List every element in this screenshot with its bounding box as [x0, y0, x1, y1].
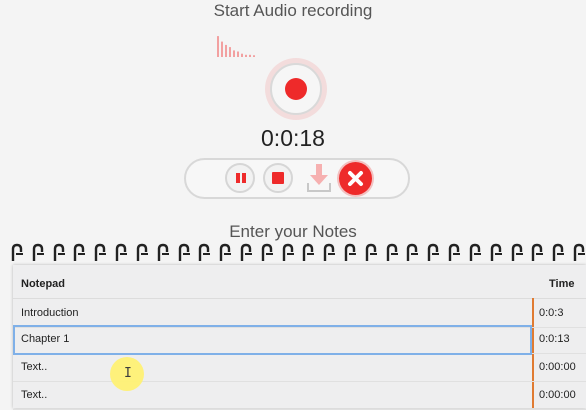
- note-text[interactable]: Text..: [21, 361, 47, 373]
- audio-level-bar: [253, 55, 255, 57]
- recording-title: Start Audio recording: [213, 1, 373, 20]
- spiral-ring-icon: [511, 243, 523, 261]
- audio-level-bar: [225, 44, 227, 57]
- audio-level-meter: [217, 36, 255, 57]
- stop-icon: [272, 172, 284, 184]
- notes-title: Enter your Notes: [229, 222, 357, 241]
- spiral-ring-icon: [552, 243, 565, 261]
- spiral-ring-icon: [303, 243, 315, 261]
- download-button[interactable]: [304, 162, 334, 194]
- table-header: Notepad Time: [13, 265, 586, 299]
- audio-level-bar: [249, 54, 251, 57]
- spiral-ring-icon: [95, 243, 107, 261]
- note-text[interactable]: Introduction: [21, 307, 78, 319]
- spiral-ring-icon: [240, 243, 252, 261]
- mouse-cursor-highlight: I: [110, 357, 144, 391]
- close-icon: [348, 171, 363, 186]
- spiral-ring-icon: [11, 243, 23, 261]
- spiral-ring-icon: [199, 243, 211, 261]
- spiral-ring-icon: [178, 243, 190, 261]
- audio-level-bar: [229, 47, 231, 57]
- spiral-ring-icon: [365, 243, 377, 261]
- spiral-ring-icon: [469, 243, 481, 261]
- recording-timer: 0:0:18: [261, 125, 325, 151]
- note-text[interactable]: Chapter 1: [21, 333, 69, 345]
- table-row[interactable]: Text.. 0:00:00: [13, 381, 586, 410]
- spiral-ring-icon: [428, 243, 440, 261]
- audio-level-bar: [237, 51, 239, 57]
- audio-level-bar: [221, 41, 223, 57]
- spiral-ring-icon: [282, 243, 294, 261]
- table-row[interactable]: Introduction 0:0:3: [13, 299, 586, 328]
- table-row[interactable]: Text.. 0:00:00: [13, 353, 586, 382]
- spiral-ring-icon: [136, 243, 148, 261]
- audio-level-bar: [241, 53, 243, 57]
- spiral-ring-icon: [344, 243, 356, 261]
- text-cursor-icon: I: [124, 366, 132, 381]
- spiral-ring-icon: [74, 243, 86, 261]
- note-time: 0:0:3: [539, 307, 564, 319]
- record-icon: [285, 78, 307, 100]
- spiral-ring-icon: [32, 243, 44, 261]
- notepad-spiral-binding: [10, 243, 586, 267]
- row-focus-outline: [13, 325, 532, 355]
- table-row[interactable]: Chapter 1 0:0:13: [13, 325, 586, 355]
- note-time: 0:00:00: [539, 361, 576, 373]
- note-time: 0:00:00: [539, 389, 576, 401]
- spiral-ring-icon: [219, 243, 232, 261]
- spiral-ring-icon: [261, 243, 273, 261]
- spiral-ring-icon: [490, 243, 502, 261]
- stop-button[interactable]: [263, 163, 293, 193]
- spiral-ring-icon: [407, 243, 419, 261]
- notepad-table: Notepad Time Introduction 0:0:3 Chapter …: [13, 265, 586, 410]
- column-header-time: Time: [549, 278, 575, 290]
- audio-level-bar: [217, 36, 219, 57]
- note-time: 0:0:13: [539, 333, 570, 345]
- spiral-ring-icon: [386, 243, 398, 261]
- audio-level-bar: [245, 54, 247, 57]
- download-icon: [307, 164, 331, 192]
- spiral-ring-icon: [323, 243, 336, 261]
- cancel-button[interactable]: [339, 162, 372, 195]
- spiral-ring-icon: [53, 243, 65, 261]
- pause-button[interactable]: [225, 163, 255, 193]
- recording-controls: [184, 158, 410, 199]
- spiral-ring-icon: [115, 243, 128, 261]
- spiral-ring-icon: [157, 243, 169, 261]
- audio-level-bar: [233, 50, 235, 57]
- spiral-ring-icon: [532, 243, 544, 261]
- column-header-notepad: Notepad: [21, 278, 65, 290]
- note-text[interactable]: Text..: [21, 389, 47, 401]
- record-button[interactable]: [265, 58, 327, 120]
- spiral-ring-icon: [448, 243, 461, 261]
- spiral-ring-icon: [573, 243, 585, 261]
